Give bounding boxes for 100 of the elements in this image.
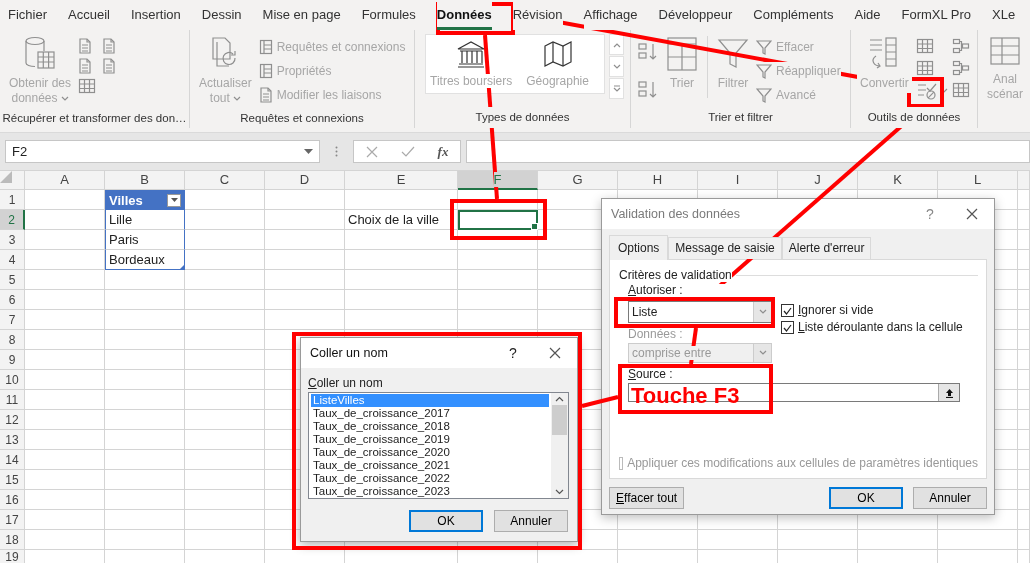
grid-cell — [1018, 290, 1030, 310]
row-header[interactable]: 9 — [0, 350, 25, 370]
grid-cell — [1018, 190, 1030, 210]
row-header[interactable]: 10 — [0, 370, 25, 390]
funnel-icon — [756, 39, 772, 55]
grid-cell — [1018, 470, 1030, 490]
document-icon — [78, 58, 93, 74]
column-header[interactable]: A — [25, 170, 105, 190]
flash-fill-icon — [915, 38, 934, 54]
collapse-button[interactable] — [938, 384, 959, 401]
help-button[interactable]: ? — [910, 206, 950, 222]
relationships-icon — [951, 60, 970, 76]
dialog-button[interactable]: Annuler — [913, 487, 987, 509]
source-field[interactable] — [628, 383, 960, 402]
close-icon — [966, 208, 978, 220]
dialog-button[interactable]: OK — [409, 510, 483, 532]
list-item[interactable]: Taux_de_croissance_2023 — [311, 485, 549, 498]
row-header[interactable]: 7 — [0, 310, 25, 330]
chevron-down-icon — [612, 63, 621, 70]
grid-cell — [1018, 390, 1030, 410]
list-item[interactable]: Taux_de_croissance_2017 — [311, 407, 549, 420]
row-header[interactable]: 18 — [0, 530, 25, 550]
row-header[interactable]: 6 — [0, 290, 25, 310]
list-item[interactable]: Taux_de_croissance_2020 — [311, 446, 549, 459]
data-model-icon — [951, 82, 970, 98]
grid-cell — [1018, 450, 1030, 470]
name-box[interactable]: F2 — [5, 140, 320, 163]
grid-cell — [1018, 510, 1030, 530]
row-header[interactable]: 19 — [0, 550, 25, 563]
column-header[interactable]: B — [105, 170, 185, 190]
column-header[interactable]: L — [938, 170, 1018, 190]
row-header[interactable]: 13 — [0, 430, 25, 450]
more-icon — [612, 85, 621, 92]
grid-cell — [1018, 430, 1030, 450]
row-header[interactable]: 17 — [0, 510, 25, 530]
row-header[interactable]: 14 — [0, 450, 25, 470]
dialog-button[interactable]: Annuler — [494, 510, 568, 532]
group-label: Types de données — [475, 107, 570, 128]
column-header[interactable]: F — [458, 170, 538, 190]
grid-cell — [1018, 310, 1030, 330]
column-header[interactable]: C — [185, 170, 265, 190]
grid-cell — [1018, 530, 1030, 550]
column-header[interactable]: E — [345, 170, 458, 190]
column-header[interactable]: K — [858, 170, 938, 190]
column-header[interactable]: D — [265, 170, 345, 190]
checkbox-label: Appliquer ces modifications aux cellules de paramètres identiques — [627, 456, 978, 470]
insert-function-button[interactable]: fx — [437, 143, 449, 160]
ribbon-tab[interactable]: Données — [436, 0, 492, 30]
scroll-up-button[interactable] — [609, 34, 624, 55]
grid-cell — [1018, 410, 1030, 430]
dropdown-arrow-icon — [304, 148, 313, 155]
row-header[interactable]: 11 — [0, 390, 25, 410]
ribbon-tab[interactable]: Révision — [512, 0, 563, 30]
column-header[interactable]: G — [538, 170, 618, 190]
filter-button[interactable] — [167, 193, 181, 207]
row-header[interactable]: 15 — [0, 470, 25, 490]
checkbox[interactable] — [781, 304, 794, 317]
row-header[interactable]: 4 — [0, 250, 25, 270]
properties-icon — [258, 63, 273, 79]
callout-text: Touche F3 — [631, 385, 740, 407]
row-header[interactable]: 8 — [0, 330, 25, 350]
row-header[interactable]: 12 — [0, 410, 25, 430]
sort-arrow-icon — [637, 80, 659, 100]
list-item[interactable]: Taux_de_croissance_2021 — [311, 459, 549, 472]
column-header[interactable]: H — [618, 170, 698, 190]
row-header[interactable]: 16 — [0, 490, 25, 510]
grid-cell — [1018, 370, 1030, 390]
dialog-button[interactable]: Effacer tout — [609, 487, 685, 509]
help-button[interactable]: ? — [493, 345, 533, 361]
grid-cell — [1018, 210, 1030, 230]
caret-icon — [758, 350, 767, 356]
dialog-tab[interactable]: Message de saisie — [668, 237, 782, 259]
check-icon — [400, 145, 415, 158]
column-name: Villes — [109, 191, 143, 210]
table-cell: Bordeaux — [105, 250, 185, 270]
document-icon — [102, 38, 117, 54]
dropdown-arrow-icon — [170, 198, 178, 202]
row-header[interactable]: 5 — [0, 270, 25, 290]
row-header[interactable]: 1 — [0, 190, 25, 210]
dialog-button[interactable]: OK — [829, 487, 903, 509]
allow-dropdown[interactable]: Liste — [628, 301, 772, 323]
column-header[interactable]: I — [698, 170, 778, 190]
scroll-up-icon — [555, 396, 564, 402]
active-cell[interactable] — [458, 210, 538, 230]
grid-cell — [1018, 330, 1030, 350]
resize-handle-icon — [180, 265, 184, 269]
grid-cell — [1018, 270, 1030, 290]
column-header[interactable]: J — [778, 170, 858, 190]
row-header[interactable]: 2 — [0, 210, 25, 230]
list-item[interactable]: Taux_de_croissance_2018 — [311, 420, 549, 433]
formula-field[interactable] — [466, 140, 1030, 163]
row-header[interactable]: 3 — [0, 230, 25, 250]
checkbox[interactable] — [781, 321, 794, 334]
dialog-tab[interactable]: Options — [609, 235, 669, 260]
checkbox-label: Ignorer si vide — [798, 304, 874, 317]
arrow-up-icon — [944, 387, 954, 398]
dialog-tab[interactable]: Alerte d'erreur — [781, 237, 872, 259]
scrollbar-thumb[interactable] — [552, 405, 567, 435]
list-item[interactable]: Taux_de_croissance_2022 — [311, 472, 549, 485]
list-item[interactable]: Taux_de_croissance_2019 — [311, 433, 549, 446]
